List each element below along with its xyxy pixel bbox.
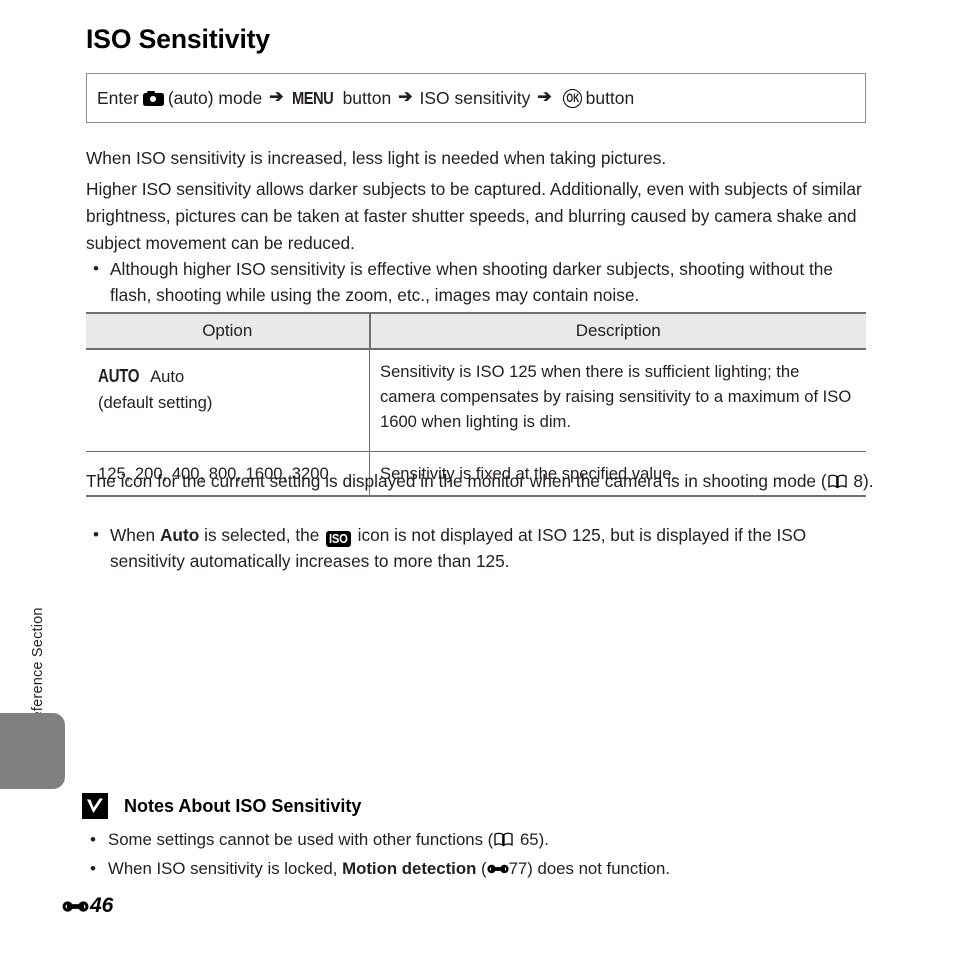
bullet-marker: • xyxy=(90,830,96,849)
book-icon xyxy=(494,832,513,847)
table-cell-option-auto-note: (default setting) xyxy=(98,393,213,412)
table-cell-option-auto: AUTO Auto (default setting) xyxy=(86,349,370,452)
nav-menu-item: ISO sensitivity xyxy=(419,87,531,108)
ok-button-icon-label: OK xyxy=(565,91,579,105)
intro-bullet-1: • Although higher ISO sensitivity is eff… xyxy=(86,256,876,308)
after-table-bullet-text: When Auto is selected, the ISO icon is n… xyxy=(110,522,876,574)
nav-prefix: Enter xyxy=(97,87,139,108)
page-folio-number: 46 xyxy=(90,894,114,917)
nav-mode-text: (auto) mode xyxy=(167,87,263,108)
book-icon xyxy=(827,474,847,489)
intro-paragraph-2: Higher ISO sensitivity allows darker sub… xyxy=(86,179,862,253)
notes-item-2-bold: Motion detection xyxy=(342,859,477,878)
notes-item-2-tail: ) does not function. xyxy=(527,859,670,878)
arrow-icon: ➔ xyxy=(269,87,284,106)
e-reference-icon xyxy=(62,899,89,914)
e-reference-icon xyxy=(486,863,509,875)
nav-menu-suffix: button xyxy=(342,87,392,108)
iso-badge-icon-label: ISO xyxy=(329,532,348,546)
table-header-description: Description xyxy=(369,312,866,350)
side-tab-label: Reference Section xyxy=(30,607,46,730)
notes-heading: Notes About ISO Sensitivity xyxy=(82,793,361,819)
after-table-paragraph-tail: ). xyxy=(863,471,874,491)
table-cell-option-auto-name: Auto xyxy=(150,367,185,386)
notes-item-2-mid: ( xyxy=(476,859,487,878)
after-table-bullet: • When Auto is selected, the ISO icon is… xyxy=(86,522,876,574)
notes-item: • When ISO sensitivity is locked, Motion… xyxy=(86,856,866,882)
bullet-marker: • xyxy=(90,859,96,878)
notes-item-1-lead: Some settings cannot be used with other … xyxy=(108,830,494,849)
notes-item-1-text: Some settings cannot be used with other … xyxy=(108,827,866,853)
side-tab-marker xyxy=(0,713,65,789)
menu-button-icon: MENU xyxy=(292,87,334,108)
table-header-option: Option xyxy=(86,312,371,350)
table-row: AUTO Auto (default setting) Sensitivity i… xyxy=(86,349,866,452)
bullet-lead: When xyxy=(110,525,160,545)
navigation-path: Enter (auto) mode ➔ MENU button ➔ ISO se… xyxy=(87,87,635,109)
notes-item-2-lead: When ISO sensitivity is locked, xyxy=(108,859,343,878)
camera-icon xyxy=(142,90,164,106)
after-table-paragraph: The icon for the current setting is disp… xyxy=(86,468,876,495)
intro-bullet-1-text: Although higher ISO sensitivity is effec… xyxy=(110,259,834,305)
table-header-row: Option Description xyxy=(86,312,866,350)
after-table-page-ref: 8 xyxy=(853,471,864,491)
navigation-path-box: Enter (auto) mode ➔ MENU button ➔ ISO se… xyxy=(86,73,866,123)
iso-badge-icon: ISO xyxy=(326,531,351,547)
notes-item-2-text: When ISO sensitivity is locked, Motion d… xyxy=(108,856,866,882)
notes-item: • Some settings cannot be used with othe… xyxy=(86,827,866,853)
arrow-icon-2: ➔ xyxy=(398,87,413,106)
notes-item-2-ref: 77 xyxy=(508,859,528,878)
intro-paragraph-1: When ISO sensitivity is increased, less … xyxy=(86,148,667,168)
nav-ok-suffix: button xyxy=(585,87,635,108)
bullet-marker: • xyxy=(93,259,99,278)
ok-button-icon: OK xyxy=(562,88,582,108)
bullet-mid: is selected, the xyxy=(199,525,325,545)
page-folio: 46 xyxy=(62,894,113,918)
table-cell-description-auto: Sensitivity is ISO 125 when there is suf… xyxy=(369,349,866,452)
bullet-marker: • xyxy=(93,525,99,544)
warning-check-icon xyxy=(82,793,108,819)
document-page: Reference Section ISO Sensitivity Enter … xyxy=(0,0,954,954)
page-title: ISO Sensitivity xyxy=(86,24,271,54)
bullet-bold-auto: Auto xyxy=(159,525,200,545)
notes-item-1-tail: ). xyxy=(538,830,549,849)
auto-iso-icon: AUTO xyxy=(98,366,140,386)
notes-title: Notes About ISO Sensitivity xyxy=(124,795,362,816)
after-table-paragraph-lead: The icon for the current setting is disp… xyxy=(86,471,827,491)
notes-item-1-ref: 65 xyxy=(519,830,539,849)
arrow-icon-3: ➔ xyxy=(537,87,552,106)
